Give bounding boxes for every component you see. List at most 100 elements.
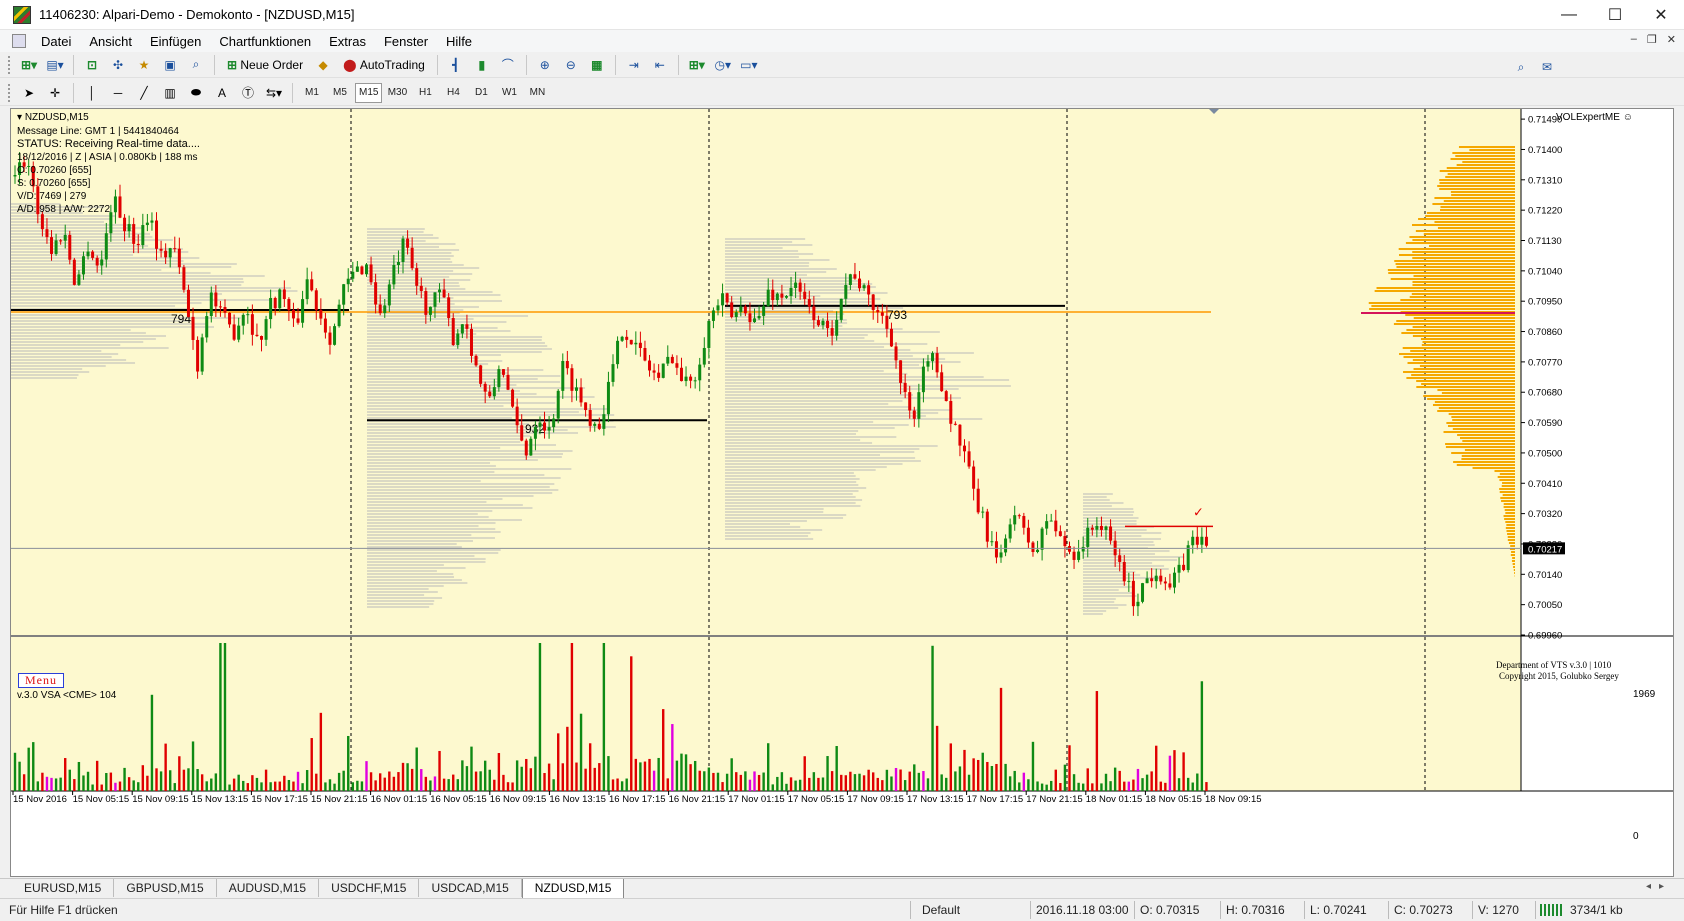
vsa-menu-button[interactable]: Menu [18, 673, 64, 688]
time-axis-label: 16 Nov 13:15 [549, 794, 606, 805]
new-order-button[interactable]: ⊞ Neue Order [221, 54, 309, 76]
text-tool-icon[interactable]: A [210, 82, 234, 104]
toolbar-grip[interactable] [8, 83, 12, 102]
mdi-restore-button[interactable]: ❐ [1647, 33, 1657, 46]
text-label-icon[interactable]: Ⓣ [236, 82, 260, 104]
arrows-icon[interactable]: ⇆▾ [262, 82, 286, 104]
mdi-minimize-button[interactable]: – [1631, 33, 1637, 46]
volume-bar [219, 643, 222, 791]
menu-hilfe[interactable]: Hilfe [437, 34, 481, 49]
close-button[interactable]: ✕ [1638, 0, 1684, 30]
status-profile[interactable]: Default [922, 903, 960, 917]
timeframe-m15[interactable]: M15 [355, 82, 383, 103]
bull-candle [492, 387, 496, 397]
bull-candle [145, 222, 149, 226]
new-chart-icon[interactable]: ⊞▾ [17, 54, 41, 76]
chart-shift-icon[interactable]: ⇥ [622, 54, 646, 76]
toolbar-separator [73, 54, 74, 75]
bear-candle [296, 318, 300, 323]
tab-gbpusd[interactable]: GBPUSD,M15 [114, 879, 217, 897]
timeframe-mn[interactable]: MN [524, 83, 550, 103]
bull-candle [739, 306, 743, 313]
bear-candle [935, 353, 939, 373]
navigator-icon[interactable]: ★ [132, 54, 156, 76]
equidistant-channel-icon[interactable]: ▥ [158, 82, 182, 104]
connection-status-icon [1540, 904, 1564, 916]
autoscroll-icon[interactable]: ⇤ [648, 54, 672, 76]
menu-extras[interactable]: Extras [320, 34, 375, 49]
volume-bar [958, 766, 962, 791]
timeframe-m30[interactable]: M30 [384, 83, 410, 103]
bar-chart-icon[interactable]: ┫ [444, 54, 468, 76]
terminal-icon[interactable]: ▣ [158, 54, 182, 76]
bear-candle [182, 267, 186, 290]
bear-candle [885, 315, 889, 329]
bull-candle [1077, 551, 1081, 560]
volume-bar [1177, 778, 1181, 791]
horizontal-line-icon[interactable]: ─ [106, 82, 130, 104]
mdi-close-button[interactable]: ✕ [1667, 33, 1676, 46]
tab-usdcad[interactable]: USDCAD,M15 [419, 879, 522, 897]
menu-datei[interactable]: Datei [32, 34, 80, 49]
volume-bar [899, 769, 902, 791]
indicator-min-label: 0 [1633, 831, 1639, 842]
search-icon[interactable]: ⌕ [1509, 56, 1533, 78]
menu-ansicht[interactable]: Ansicht [80, 34, 141, 49]
menu-einfuegen[interactable]: Einfügen [141, 34, 210, 49]
candlestick-icon[interactable]: ▮ [470, 54, 494, 76]
timeframe-m5[interactable]: M5 [327, 83, 353, 103]
cursor-icon[interactable]: ➤ [17, 82, 41, 104]
bear-candle [506, 374, 510, 390]
tile-windows-icon[interactable]: ▦ [585, 54, 609, 76]
chart-canvas[interactable]: 794932793✓0.714900.714000.713100.712200.… [11, 109, 1673, 876]
crosshair-icon[interactable]: ✛ [43, 82, 67, 104]
volume-bar [109, 772, 113, 791]
chat-icon[interactable]: ✉ [1535, 56, 1559, 78]
periods-icon[interactable]: ◷▾ [711, 54, 735, 76]
menu-chartfunktionen[interactable]: Chartfunktionen [210, 34, 320, 49]
tab-audusd[interactable]: AUDUSD,M15 [217, 879, 320, 897]
bull-candle [620, 336, 624, 341]
timeframe-d1[interactable]: D1 [468, 83, 494, 103]
volume-bar [712, 772, 715, 791]
indicators-icon[interactable]: ⊞▾ [685, 54, 709, 76]
profiles-icon[interactable]: ▤▾ [43, 54, 67, 76]
bear-candle [803, 291, 807, 300]
chart-window[interactable]: 794932793✓0.714900.714000.713100.712200.… [10, 108, 1674, 877]
volume-bar [903, 780, 907, 791]
volume-bar [1145, 774, 1149, 791]
credit-line-2: Copyright 2015, Golubko Sergey [1499, 671, 1619, 681]
line-chart-icon[interactable]: ⌒ [496, 54, 520, 76]
strategy-tester-icon[interactable]: ⌕ [184, 54, 208, 76]
minimize-button[interactable]: — [1546, 0, 1592, 30]
timeframe-w1[interactable]: W1 [496, 83, 522, 103]
menu-fenster[interactable]: Fenster [375, 34, 437, 49]
volume-bar [59, 777, 62, 791]
templates-icon[interactable]: ▭▾ [737, 54, 761, 76]
maximize-button[interactable]: ☐ [1592, 0, 1638, 30]
tab-nzdusd[interactable]: NZDUSD,M15 [521, 879, 625, 899]
zoom-in-icon[interactable]: ⊕ [533, 54, 557, 76]
bear-candle [214, 292, 218, 307]
toolbar-grip[interactable] [8, 55, 12, 74]
bear-candle [1067, 546, 1071, 552]
ellipse-icon[interactable]: ⬬ [184, 82, 208, 104]
trendline-icon[interactable]: ╱ [132, 82, 156, 104]
child-window-icon[interactable] [12, 34, 26, 48]
autotrading-button[interactable]: ⬤ AutoTrading [337, 54, 431, 76]
tab-usdchf[interactable]: USDCHF,M15 [319, 879, 420, 897]
tab-scroll-arrows[interactable]: ◂▸ [1646, 881, 1672, 892]
volume-bar [86, 771, 90, 791]
timeframe-h1[interactable]: H1 [412, 83, 438, 103]
expert-advisor-label[interactable]: VOLExpertME ☺ [1556, 111, 1633, 124]
timeframe-m1[interactable]: M1 [299, 83, 325, 103]
zoom-out-icon[interactable]: ⊖ [559, 54, 583, 76]
vertical-line-icon[interactable]: │ [80, 82, 104, 104]
timeframe-h4[interactable]: H4 [440, 83, 466, 103]
bull-candle [616, 340, 620, 365]
market-watch-icon[interactable]: ⊡ [80, 54, 104, 76]
data-window-icon[interactable]: ✣ [106, 54, 130, 76]
tab-eurusd[interactable]: EURUSD,M15 [12, 879, 115, 897]
status-connection[interactable]: 3734/1 kb [1570, 903, 1623, 917]
metaeditor-icon[interactable]: ◆ [311, 54, 335, 76]
